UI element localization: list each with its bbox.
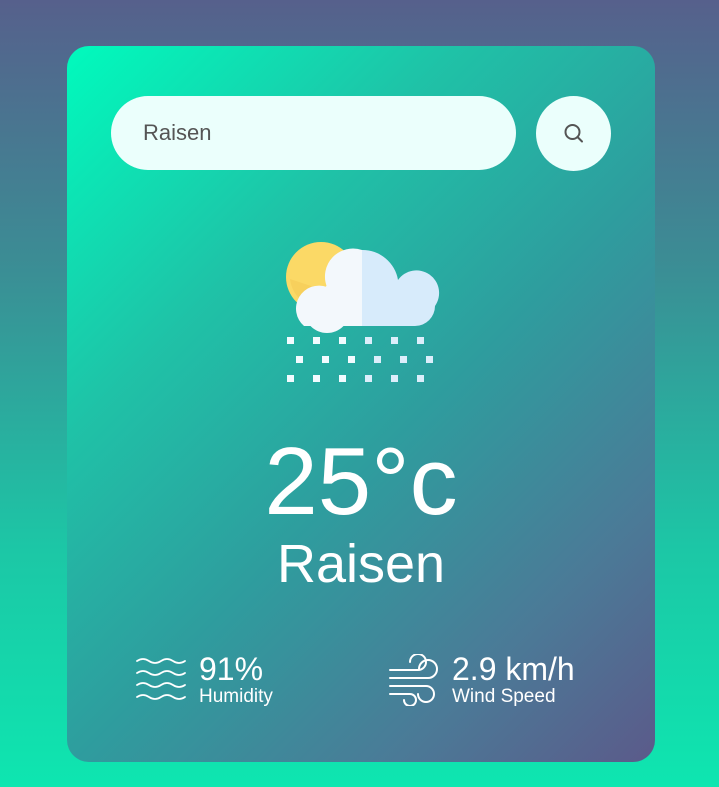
wind-info: 2.9 km/h Wind Speed xyxy=(388,650,575,710)
temperature: 25°c xyxy=(264,428,458,535)
city-name: Raisen xyxy=(276,534,446,594)
sun-cloud-snow-icon xyxy=(286,242,440,382)
humidity-waves-icon xyxy=(136,658,186,700)
humidity-info: 91% Humidity xyxy=(135,650,273,710)
humidity-label: Humidity xyxy=(199,686,273,707)
search-icon xyxy=(564,123,583,142)
wind-speed-value: 2.9 km/h xyxy=(452,651,575,687)
wind-speed-label: Wind Speed xyxy=(452,686,556,707)
search-input[interactable] xyxy=(111,96,516,170)
weather-card: 25°c Raisen 91% Humidity 2.9 km/h xyxy=(67,46,655,762)
humidity-value: 91% xyxy=(199,651,264,687)
search-button[interactable] xyxy=(536,96,611,171)
wind-icon xyxy=(389,654,438,706)
